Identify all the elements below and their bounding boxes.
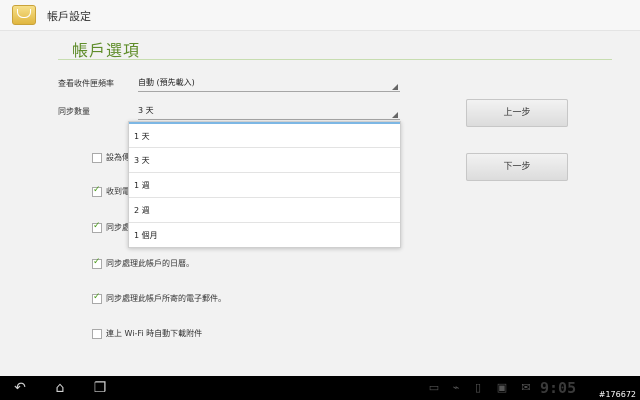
recent-apps-icon[interactable]: ❐ bbox=[92, 380, 108, 396]
checkbox-label: 收到電 bbox=[106, 187, 130, 196]
check-frequency-value: 自動 (預先載入) bbox=[138, 78, 195, 87]
check-frequency-label: 查看收件匣頻率 bbox=[58, 79, 114, 88]
checkbox-label: 同步處理此帳戶所寄的電子郵件。 bbox=[106, 294, 226, 303]
mail-notification-icon: ✉ bbox=[521, 381, 531, 394]
checkbox-label: 同步處 bbox=[106, 223, 130, 232]
dropdown-option[interactable]: 1 天 bbox=[129, 122, 400, 148]
dropdown-option[interactable]: 3 天 bbox=[129, 148, 400, 173]
dropdown-arrow-icon bbox=[392, 84, 398, 90]
usb-icon: ⌁ bbox=[452, 381, 460, 394]
checkbox[interactable] bbox=[92, 221, 102, 233]
action-bar: 帳戶設定 bbox=[0, 0, 640, 31]
page-title: 帳戶選項 bbox=[72, 41, 141, 60]
email-icon[interactable] bbox=[12, 5, 36, 25]
home-icon[interactable]: ⌂ bbox=[52, 380, 68, 396]
screenshot-icon: ▣ bbox=[496, 381, 508, 394]
checkbox[interactable] bbox=[92, 292, 102, 304]
sync-amount-select[interactable]: 3 天 bbox=[138, 103, 400, 120]
checkbox[interactable] bbox=[92, 329, 102, 339]
keyboard-icon: ▭ bbox=[428, 381, 440, 394]
title-divider bbox=[58, 59, 612, 60]
checkbox[interactable] bbox=[92, 185, 102, 197]
action-bar-title: 帳戶設定 bbox=[47, 10, 91, 23]
checkbox-label: 同步處理此帳戶的日曆。 bbox=[106, 259, 194, 268]
dropdown-option[interactable]: 2 週 bbox=[129, 198, 400, 223]
image-id-watermark: #176672 bbox=[596, 389, 638, 400]
back-icon[interactable]: ↶ bbox=[12, 380, 28, 396]
checkbox-label: 連上 Wi-Fi 時自動下載附件 bbox=[106, 329, 203, 338]
previous-button[interactable]: 上一步 bbox=[466, 99, 568, 127]
dropdown-option[interactable]: 1 個月 bbox=[129, 223, 400, 248]
status-clock: 9:05 bbox=[540, 379, 577, 397]
checkbox-label: 設為傳 bbox=[106, 153, 130, 162]
dropdown-arrow-icon bbox=[392, 112, 398, 118]
sync-amount-dropdown: 1 天 3 天 1 週 2 週 1 個月 bbox=[128, 121, 401, 248]
check-frequency-select[interactable]: 自動 (預先載入) bbox=[138, 75, 400, 92]
next-button[interactable]: 下一步 bbox=[466, 153, 568, 181]
sync-amount-label: 同步數量 bbox=[58, 107, 90, 116]
dropdown-option[interactable]: 1 週 bbox=[129, 173, 400, 198]
checkbox[interactable] bbox=[92, 153, 102, 163]
checkbox[interactable] bbox=[92, 257, 102, 269]
sync-amount-value: 3 天 bbox=[138, 106, 154, 115]
sd-card-icon: ▯ bbox=[474, 381, 482, 394]
system-navigation-bar: ↶ ⌂ ❐ ▭ ⌁ ▯ ▣ ✉ 9:05 bbox=[0, 376, 640, 400]
